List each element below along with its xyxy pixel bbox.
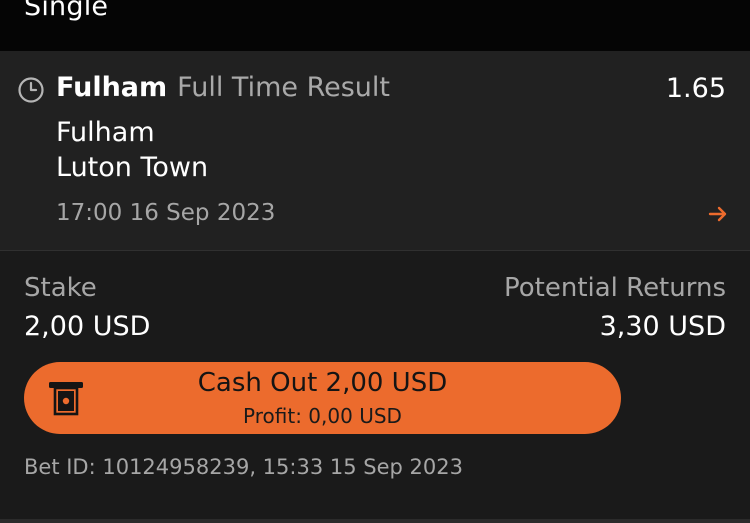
bet-receipt: Single Fulham Full Time Result 1.65 Fulha… bbox=[0, 0, 750, 523]
stake-label: Stake bbox=[24, 273, 97, 303]
away-team: Luton Town bbox=[56, 152, 209, 183]
cash-out-profit: Profit: 0,00 USD bbox=[243, 404, 402, 428]
bet-summary: Stake 2,00 USD Potential Returns 3,30 US… bbox=[0, 251, 750, 519]
selection-card[interactable]: Fulham Full Time Result 1.65 Fulham Luton… bbox=[0, 51, 750, 251]
selection-market: Full Time Result bbox=[177, 72, 390, 103]
event-kickoff-time: 17:00 16 Sep 2023 bbox=[56, 200, 276, 226]
header-bar: Single bbox=[0, 0, 750, 51]
potential-returns-value: 3,30 USD bbox=[599, 311, 726, 342]
arrow-right-icon[interactable] bbox=[708, 205, 728, 223]
page-title: Single bbox=[24, 0, 109, 22]
potential-returns-label: Potential Returns bbox=[504, 273, 726, 303]
selection-title: Fulham Full Time Result bbox=[56, 72, 390, 103]
cash-out-button[interactable]: Cash Out 2,00 USD Profit: 0,00 USD bbox=[24, 362, 621, 434]
bet-id: Bet ID: 10124958239, 15:33 15 Sep 2023 bbox=[24, 455, 463, 479]
divider bbox=[0, 519, 750, 523]
cash-out-label: Cash Out 2,00 USD bbox=[197, 368, 448, 398]
selection-team: Fulham bbox=[56, 72, 168, 103]
stake-value: 2,00 USD bbox=[24, 311, 151, 342]
home-team: Fulham bbox=[56, 117, 155, 148]
selection-odds: 1.65 bbox=[665, 73, 726, 104]
clock-icon bbox=[18, 77, 44, 103]
